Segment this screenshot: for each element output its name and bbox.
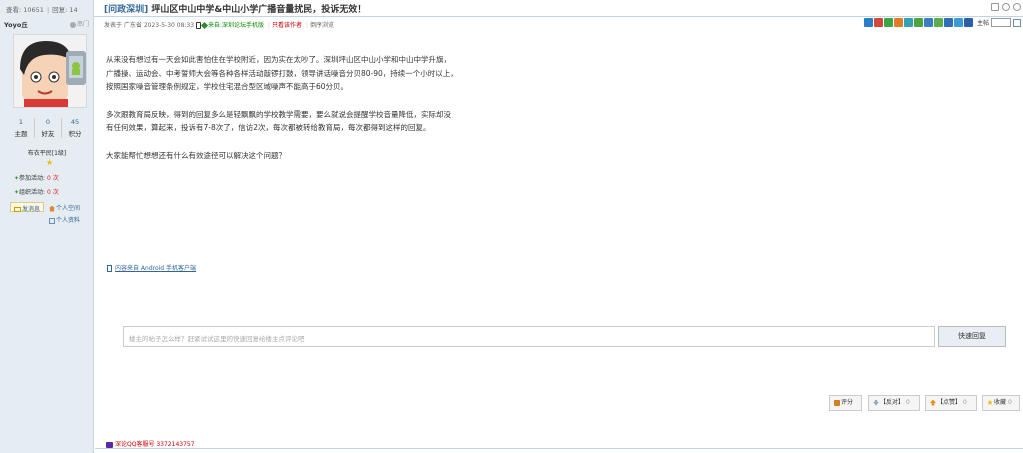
post-paragraph: 从来没有想过有一天会如此害怕住在学校附近，因为实在太吵了。深圳坪山区中山小学和中… [106,55,458,91]
rank-star-icon: ★ [46,158,54,167]
tool-icon-8[interactable] [933,18,943,27]
tool-icon-10[interactable] [953,18,963,27]
personal-space-link[interactable]: 个人空间 [49,203,80,212]
divider [95,448,1023,449]
post-content: 从来没有想过有一天会如此害怕住在学校附近，因为实在太吵了。深圳坪山区中山小学和中… [106,53,566,176]
count-threads[interactable]: 1 主题 [8,118,35,138]
thread-stats: 查看: 10651 | 回复: 14 [0,0,94,17]
count-friends[interactable]: 0 好友 [35,118,62,138]
tool-icon-1[interactable] [863,18,873,27]
avatar[interactable] [13,34,87,108]
thumb-up-icon [930,399,936,406]
tool-icon-4[interactable] [893,18,903,27]
qq-icon [106,441,113,448]
tool-icon-2[interactable] [873,18,883,27]
tool-icon-7[interactable] [923,18,933,27]
jump-floor-input[interactable] [991,18,1011,27]
thumb-down-icon [873,399,879,406]
source-link[interactable]: 深圳论坛手机版 [222,22,264,29]
replies-count: 回复: 14 [52,6,78,14]
android-source-link[interactable]: 内容来自 Android 手机客户端 [107,263,196,272]
like-button[interactable]: 【点赞】 0 [925,395,977,411]
tool-icon-9[interactable] [943,18,953,27]
rate-icon [834,399,840,406]
home-icon [49,205,55,212]
phone-icon [107,265,112,272]
tool-icon-5[interactable] [903,18,913,27]
rate-button[interactable]: 评分 [829,395,862,411]
jump-go-icon[interactable] [1013,18,1021,27]
quick-reply-input[interactable]: 楼主的帖子怎么样？赶紧试试这里的快速回复给楼主点评论吧 [123,326,935,347]
profile-link[interactable]: 个人资料 [49,215,80,224]
views-count: 查看: 10651 [6,6,44,14]
against-button[interactable]: 【反对】 0 [868,395,920,411]
post-date: 发表于 广东省 2023-5-30 08:33 [104,22,195,29]
thread-title-text: 坪山区中山中学&中山小学广播音量扰民，投诉无效！ [151,5,367,15]
star-icon [987,399,993,405]
next-thread-icon[interactable] [1013,3,1021,11]
prev-thread-icon[interactable] [1001,3,1010,11]
count-points[interactable]: 45 积分 [62,118,88,138]
post-paragraph: 多次跟教育局反映，得到的回复多么是轻飘飘的学校教学需要，要么就说会提醒学校音量降… [106,109,451,133]
print-icon[interactable] [990,3,999,11]
activity-joined: ✦参加活动: 0 次 [14,175,59,182]
author-counts: 1 主题 0 好友 45 积分 [8,118,88,138]
thread-header: 查看: 10651 | 回复: 14 [问政深圳] 坪山区中山中学&中山小学广播音量… [0,0,1023,17]
only-author-link[interactable]: 只看该作者 [272,22,302,29]
send-message-button[interactable]: 发消息 [10,202,45,213]
post-meta: 发表于 广东省 2023-5-30 08:33 来自:深圳论坛手机版 | 只看该作… [104,21,334,30]
tool-icon-3[interactable] [883,18,893,27]
visit-link[interactable]: 串门 [69,19,89,28]
tool-icon-11[interactable] [963,18,973,27]
thread-title: [问政深圳] 坪山区中山中学&中山小学广播音量扰民，投诉无效！ [104,2,366,15]
reverse-order-link[interactable]: 倒序浏览 [310,22,334,29]
source-icon [200,21,209,30]
avatar-image [14,35,86,107]
author-name[interactable]: Yoyo丘 [4,21,28,29]
post-paragraph: 大家能帮忙想想还有什么有效途径可以解决这个问题？ [106,150,286,160]
author-sidebar: Yoyo丘 串门 1 主题 0 好友 45 积分 布衣平民[1级] ★ ✦参加活动: … [0,17,94,453]
post-tools: 主帖 [863,18,1021,27]
author-rank[interactable]: 布衣平民[1级] [0,148,94,157]
tool-icon-6[interactable] [913,18,923,27]
envelope-icon [14,207,21,212]
qq-service-link[interactable]: 深论QQ客服号 3372143757 [106,439,195,448]
thread-category[interactable]: [问政深圳] [104,5,148,15]
quick-reply-button[interactable]: 快速回复 [938,326,1006,347]
top-tools [990,3,1021,13]
favorite-button[interactable]: 收藏 0 [982,395,1020,411]
visit-icon [69,21,76,28]
profile-icon [49,217,55,224]
jump-label: 主帖 [976,20,989,27]
activity-organized: ✦组织活动: 0 次 [14,189,59,196]
